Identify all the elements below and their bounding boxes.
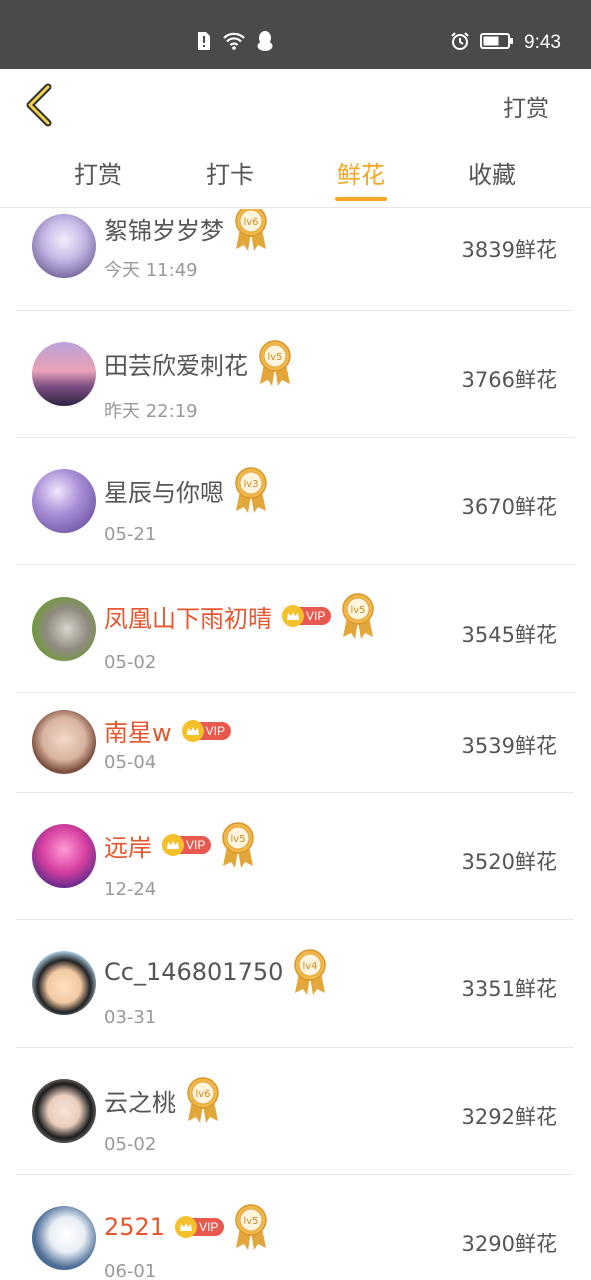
medal-level-text: lv5: [231, 834, 246, 845]
crown-icon: [175, 1216, 198, 1238]
user-avatar[interactable]: [32, 469, 96, 533]
list-item[interactable]: 絮锦岁岁梦 lv6 今天 11:49 3839鲜花: [16, 209, 574, 311]
list-item[interactable]: 远岸 VIP lv5 12-24 3520鲜花: [16, 793, 574, 920]
user-avatar[interactable]: [32, 824, 96, 888]
timestamp: 12-24: [104, 879, 157, 900]
flower-count: 3766鲜花: [461, 368, 557, 392]
list-item[interactable]: 2521 VIP lv5 06-01 3290鲜花: [16, 1175, 574, 1280]
timestamp: 03-31: [104, 1007, 157, 1028]
timestamp: 06-01: [104, 1261, 157, 1280]
user-name[interactable]: 南星w: [104, 713, 172, 748]
user-name[interactable]: 凤凰山下雨初晴: [104, 599, 272, 634]
vip-badge: VIP: [175, 1216, 225, 1238]
level-medal-icon: lv6: [184, 1075, 222, 1125]
name-line: 南星w VIP: [104, 713, 231, 748]
user-avatar[interactable]: [32, 1079, 96, 1143]
tab-favorites[interactable]: 收藏: [442, 155, 542, 190]
timestamp: 05-02: [104, 652, 157, 673]
flower-count: 3292鲜花: [461, 1105, 557, 1129]
wifi-icon: [222, 31, 246, 55]
sim-alert-icon: [196, 31, 212, 55]
timestamp: 昨天 22:19: [104, 401, 198, 422]
list-item[interactable]: 星辰与你嗯 lv3 05-21 3670鲜花: [16, 438, 574, 565]
user-avatar[interactable]: [32, 951, 96, 1015]
tab-reward[interactable]: 打赏: [48, 155, 148, 190]
user-avatar[interactable]: [32, 1206, 96, 1270]
name-line: 2521 VIP lv5: [104, 1202, 270, 1252]
list-item[interactable]: 云之桃 lv6 05-02 3292鲜花: [16, 1048, 574, 1175]
level-medal-icon: lv5: [219, 820, 257, 870]
list-item[interactable]: 凤凰山下雨初晴 VIP lv5 05-02 3545鲜花: [16, 565, 574, 693]
level-medal-icon: lv4: [291, 947, 329, 997]
flower-count: 3545鲜花: [461, 623, 557, 647]
medal-level-text: lv5: [244, 1216, 259, 1227]
crown-icon: [282, 605, 304, 627]
level-medal-icon: lv5: [256, 338, 294, 388]
flower-ranking-list[interactable]: 絮锦岁岁梦 lv6 今天 11:49 3839鲜花 田芸欣爱刺花 lv5 昨天 …: [0, 209, 591, 1280]
name-line: 絮锦岁岁梦 lv6: [104, 209, 270, 253]
user-avatar[interactable]: [32, 710, 96, 774]
name-line: 远岸 VIP lv5: [104, 820, 257, 870]
medal-level-text: lv3: [243, 479, 258, 490]
list-item[interactable]: 田芸欣爱刺花 lv5 昨天 22:19 3766鲜花: [16, 311, 574, 438]
vip-badge: VIP: [181, 719, 231, 742]
user-avatar[interactable]: [32, 214, 96, 278]
user-name[interactable]: 星辰与你嗯: [104, 473, 224, 508]
user-name[interactable]: 2521: [104, 1213, 165, 1241]
medal-level-text: lv5: [267, 352, 282, 363]
name-line: Cc_146801750 lv4: [104, 947, 329, 997]
user-name[interactable]: 田芸欣爱刺花: [104, 346, 248, 381]
name-line: 凤凰山下雨初晴 VIP lv5: [104, 591, 377, 641]
level-medal-icon: lv6: [232, 209, 270, 253]
timestamp: 今天 11:49: [104, 260, 198, 281]
nav-bar: 打赏: [0, 69, 591, 141]
flower-count: 3670鲜花: [461, 495, 557, 519]
user-avatar[interactable]: [32, 597, 96, 661]
status-icons-right: 9:43: [450, 30, 561, 56]
name-line: 星辰与你嗯 lv3: [104, 465, 270, 515]
tab-bar: 打赏 打卡 鲜花 收藏: [0, 141, 591, 208]
flower-count: 3520鲜花: [461, 850, 557, 874]
name-line: 田芸欣爱刺花 lv5: [104, 338, 294, 388]
list-item[interactable]: Cc_146801750 lv4 03-31 3351鲜花: [16, 920, 574, 1048]
user-name[interactable]: Cc_146801750: [104, 958, 283, 986]
user-name[interactable]: 远岸: [104, 828, 152, 863]
vip-badge: VIP: [162, 834, 212, 856]
active-tab-indicator: [335, 197, 387, 201]
timestamp: 05-21: [104, 524, 157, 545]
name-line: 云之桃 lv6: [104, 1075, 222, 1125]
medal-level-text: lv6: [195, 1089, 210, 1100]
status-icons-left: [196, 30, 274, 56]
alarm-icon: [450, 31, 470, 55]
status-time: 9:43: [524, 32, 561, 53]
flower-count: 3290鲜花: [461, 1232, 557, 1256]
medal-level-text: lv4: [303, 961, 318, 972]
vip-badge: VIP: [282, 605, 332, 627]
medal-level-text: lv6: [243, 217, 258, 228]
user-name[interactable]: 云之桃: [104, 1083, 176, 1118]
flower-count: 3351鲜花: [461, 977, 557, 1001]
status-bar: 9:43: [0, 0, 591, 69]
back-button[interactable]: [18, 81, 62, 129]
flower-count: 3539鲜花: [461, 734, 557, 758]
battery-icon: [480, 32, 514, 54]
timestamp: 05-04: [104, 752, 157, 773]
medal-level-text: lv5: [351, 605, 366, 616]
list-item[interactable]: 南星w VIP 05-04 3539鲜花: [16, 693, 574, 793]
chevron-left-icon: [18, 83, 62, 133]
level-medal-icon: lv3: [232, 465, 270, 515]
flower-count: 3839鲜花: [461, 238, 557, 262]
timestamp: 05-02: [104, 1134, 157, 1155]
crown-icon: [181, 719, 204, 742]
tab-checkin[interactable]: 打卡: [180, 155, 280, 190]
tab-flowers[interactable]: 鲜花: [311, 155, 411, 190]
crown-icon: [162, 834, 184, 856]
reward-action-button[interactable]: 打赏: [503, 89, 549, 123]
qq-icon: [256, 30, 274, 56]
level-medal-icon: lv5: [339, 591, 377, 641]
user-avatar[interactable]: [32, 342, 96, 406]
user-name[interactable]: 絮锦岁岁梦: [104, 211, 224, 246]
level-medal-icon: lv5: [232, 1202, 270, 1252]
